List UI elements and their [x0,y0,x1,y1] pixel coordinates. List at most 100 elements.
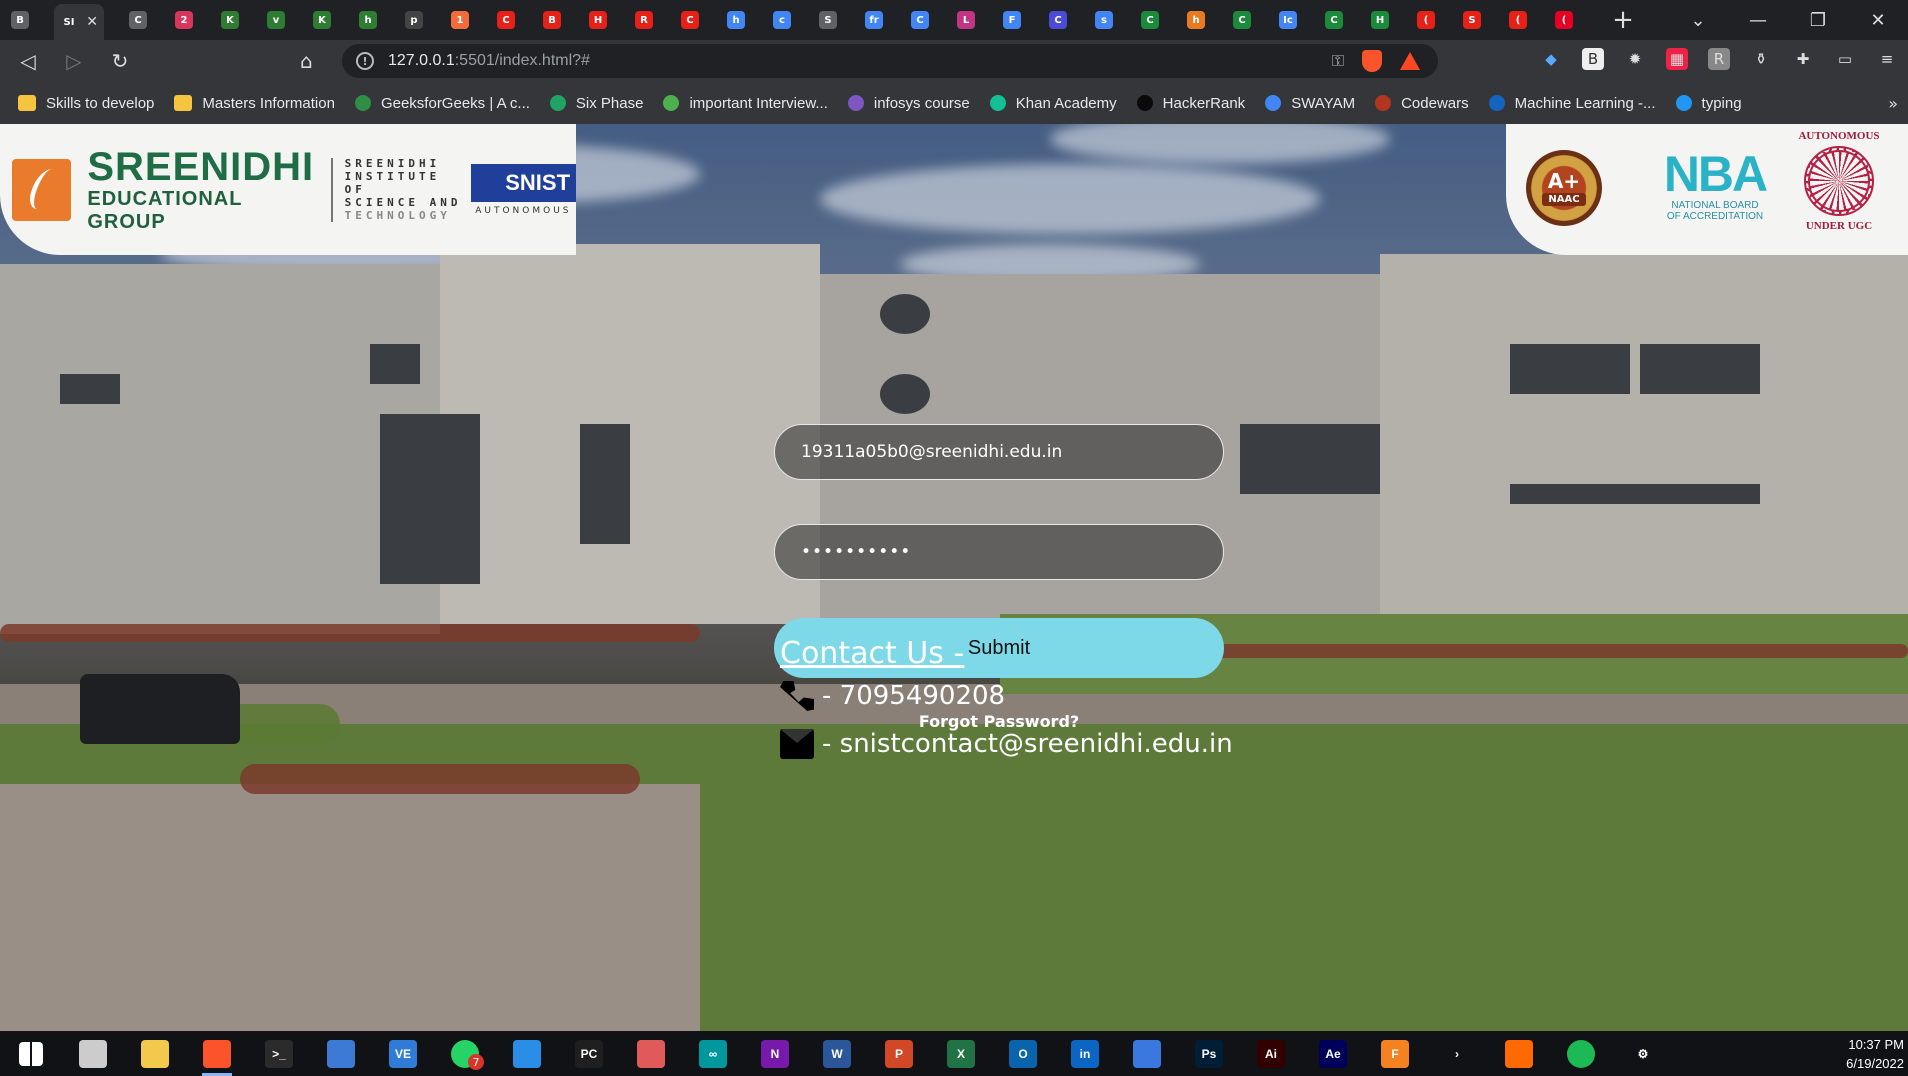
spotify-taskbar-button[interactable] [1550,1031,1612,1076]
close-tab-icon[interactable]: ✕ [86,14,98,30]
browser-tab[interactable]: C [1138,4,1162,36]
illustrator-taskbar-button[interactable]: Ai [1240,1031,1302,1076]
bookmark-item[interactable]: Machine Learning -... [1479,87,1666,119]
brave-nightly-taskbar-button[interactable] [1488,1031,1550,1076]
browser-tab[interactable]: H [1368,4,1392,36]
powershell-arrow-taskbar-button[interactable]: › [1426,1031,1488,1076]
forward-icon[interactable]: ▷ [56,43,92,79]
key-icon[interactable]: ⚿ [1332,51,1344,71]
url-text[interactable]: 127.0.0.1:5501/index.html?# [388,52,590,70]
file-explorer-taskbar-button[interactable] [124,1031,186,1076]
extension-b-icon[interactable]: B [1582,48,1604,70]
linkedin-taskbar-button[interactable]: in [1054,1031,1116,1076]
bookmark-item[interactable]: typing [1666,87,1752,119]
browser-tab[interactable]: R [632,4,656,36]
browser-tab[interactable]: S [816,4,840,36]
back-icon[interactable]: ◁ [10,43,46,79]
extensions-puzzle-icon[interactable]: ✚ [1792,48,1814,70]
restore-button[interactable]: ❐ [1788,0,1848,40]
browser-tab[interactable]: C [1046,4,1070,36]
browser-tab[interactable]: C [494,4,518,36]
browser-tab[interactable]: h [356,4,380,36]
bookmark-item[interactable]: Khan Academy [980,87,1127,119]
extension-diamond-icon[interactable]: ◆ [1540,48,1562,70]
browser-tab[interactable]: S [1460,4,1484,36]
browser-tab[interactable]: H [586,4,610,36]
bookmarks-overflow-icon[interactable]: » [1888,94,1898,113]
windows-start-taskbar-button[interactable] [0,1031,62,1076]
browser-tab[interactable]: C [908,4,932,36]
wallet-icon[interactable]: ▭ [1834,48,1856,70]
bookmark-item[interactable]: SWAYAM [1255,87,1365,119]
bookmark-item[interactable]: Masters Information [164,87,345,119]
browser-tab[interactable]: 1 [448,4,472,36]
browser-tab[interactable]: C [126,4,150,36]
outlook-taskbar-button[interactable]: O [992,1031,1054,1076]
bookmark-item[interactable]: HackerRank [1127,87,1256,119]
whiteboard-taskbar-button[interactable] [1116,1031,1178,1076]
brave-shields-icon[interactable] [1362,50,1382,72]
browser-tab[interactable]: s [1092,4,1116,36]
system-clock[interactable]: 10:37 PM 6/19/2022 [1846,1035,1904,1073]
extension-gear-icon[interactable]: ✹ [1624,48,1646,70]
browser-tab[interactable]: 2 [172,4,196,36]
brave-rewards-icon[interactable] [1400,52,1420,70]
bookmark-item[interactable]: Skills to develop [8,87,164,119]
pycharm-taskbar-button[interactable]: PC [558,1031,620,1076]
bookmark-item[interactable]: infosys course [838,87,980,119]
extension-r-icon[interactable]: R [1708,48,1730,70]
aftereffects-taskbar-button[interactable]: Ae [1302,1031,1364,1076]
menu-icon[interactable]: ≡ [1876,48,1898,70]
tab-active[interactable]: SI ✕ [54,4,104,40]
browser-tab[interactable]: B [8,4,32,36]
extension-color-icon[interactable]: ▦ [1666,48,1688,70]
browser-tab[interactable]: C [1322,4,1346,36]
browser-tab[interactable]: K [218,4,242,36]
browser-tab[interactable]: fr [862,4,886,36]
browser-tab[interactable]: p [402,4,426,36]
fusion360-taskbar-button[interactable]: F [1364,1031,1426,1076]
password-field[interactable]: •••••••••• [774,524,1224,580]
vscode-taskbar-button[interactable] [496,1031,558,1076]
reload-icon[interactable]: ↻ [102,43,138,79]
bookmark-item[interactable]: GeeksforGeeks | A c... [345,87,540,119]
browser-tab[interactable]: L [954,4,978,36]
email-field[interactable]: 19311a05b0@sreenidhi.edu.in [774,424,1224,480]
settings-taskbar-button[interactable]: ⚙ [1612,1031,1674,1076]
vs-taskbar-button[interactable]: VE [372,1031,434,1076]
browser-tab[interactable]: ( [1552,4,1576,36]
snipping-taskbar-button[interactable] [620,1031,682,1076]
browser-tab[interactable]: C [678,4,702,36]
new-tab-button[interactable]: + [1608,5,1638,35]
terminal-taskbar-button[interactable]: >_ [248,1031,310,1076]
arduino-taskbar-button[interactable]: ∞ [682,1031,744,1076]
browser-tab[interactable]: F [1000,4,1024,36]
network-taskbar-button[interactable] [310,1031,372,1076]
extension-bottle-icon[interactable]: ⚱ [1750,48,1772,70]
bookmark-item[interactable]: Codewars [1365,87,1479,119]
browser-tab[interactable]: Ic [1276,4,1300,36]
bookmark-icon[interactable]: ⌂ [300,49,313,73]
browser-tab[interactable]: ( [1414,4,1438,36]
browser-tab[interactable]: v [264,4,288,36]
browser-tab[interactable]: c [770,4,794,36]
tab-search-icon[interactable]: ⌄ [1668,0,1728,40]
address-bar[interactable]: ! 127.0.0.1:5501/index.html?# ⚿ [342,44,1438,78]
bookmark-item[interactable]: Six Phase [540,87,654,119]
task-view-taskbar-button[interactable] [62,1031,124,1076]
whatsapp-taskbar-button[interactable]: 7 [434,1031,496,1076]
site-info-icon[interactable]: ! [356,52,374,70]
excel-taskbar-button[interactable]: X [930,1031,992,1076]
browser-tab[interactable]: C [1230,4,1254,36]
onenote-taskbar-button[interactable]: N [744,1031,806,1076]
browser-tab[interactable]: K [310,4,334,36]
close-window-button[interactable]: ✕ [1848,0,1908,40]
browser-tab[interactable]: h [1184,4,1208,36]
powerpoint-taskbar-button[interactable]: P [868,1031,930,1076]
brave-browser-taskbar-button[interactable] [186,1031,248,1076]
browser-tab[interactable]: h [724,4,748,36]
bookmark-item[interactable]: important Interview... [653,87,837,119]
photoshop-taskbar-button[interactable]: Ps [1178,1031,1240,1076]
word-taskbar-button[interactable]: W [806,1031,868,1076]
minimize-button[interactable]: — [1728,0,1788,40]
